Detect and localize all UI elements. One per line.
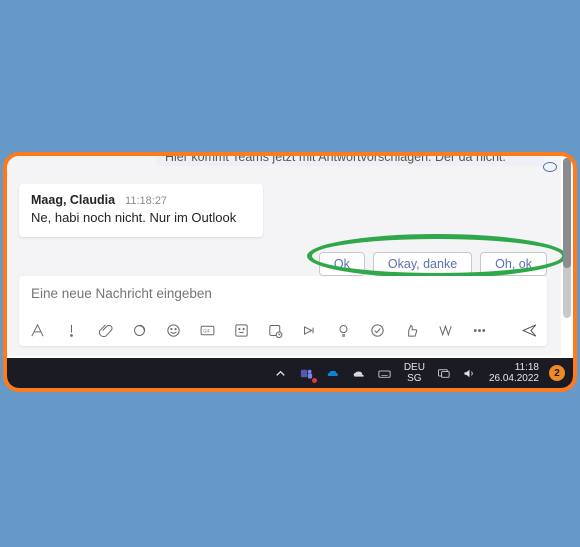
message-author: Maag, Claudia <box>31 193 115 207</box>
emoji-icon[interactable] <box>163 320 183 340</box>
schedule-icon[interactable] <box>265 320 285 340</box>
more-icon[interactable] <box>469 320 489 340</box>
bulb-icon[interactable] <box>333 320 353 340</box>
scrollbar[interactable] <box>563 158 571 318</box>
clock-date: 26.04.2022 <box>489 373 539 384</box>
seen-icon <box>543 162 557 172</box>
tray-weather-icon[interactable] <box>350 364 368 382</box>
chat-area: Hier kommt Teams jetzt mit Antwortvorsch… <box>7 156 561 356</box>
send-button[interactable] <box>519 320 539 340</box>
lang-bottom: SG <box>404 373 425 384</box>
notification-badge[interactable]: 2 <box>549 365 565 381</box>
attach-icon[interactable] <box>95 320 115 340</box>
clock[interactable]: 11:18 26.04.2022 <box>487 362 541 384</box>
reply-suggestions: Ok Okay, danke Oh, ok <box>319 252 547 276</box>
scrollbar-thumb[interactable] <box>563 158 571 268</box>
sticker-icon[interactable] <box>231 320 251 340</box>
priority-icon[interactable] <box>61 320 81 340</box>
suggestion-okay-danke[interactable]: Okay, danke <box>373 252 472 276</box>
suggestion-ok[interactable]: Ok <box>319 252 365 276</box>
compose-box: GIF <box>19 276 547 346</box>
stream-icon[interactable] <box>299 320 319 340</box>
taskbar: DEU SG 11:18 26.04.2022 2 <box>7 358 573 388</box>
format-icon[interactable] <box>27 320 47 340</box>
tray-teams-icon[interactable] <box>298 364 316 382</box>
tray-volume-icon[interactable] <box>461 364 479 382</box>
gif-icon[interactable]: GIF <box>197 320 217 340</box>
compose-toolbar: GIF <box>27 320 539 340</box>
tray-chevron-icon[interactable] <box>272 364 290 382</box>
tray-keyboard-icon[interactable] <box>376 364 394 382</box>
chat-message[interactable]: Maag, Claudia 11:18:27 Ne, habi noch nic… <box>19 184 263 237</box>
tray-teams-badge <box>311 377 318 384</box>
lang-top: DEU <box>404 362 425 373</box>
app-window: Hier kommt Teams jetzt mit Antwortvorsch… <box>3 152 577 392</box>
suggestion-oh-ok[interactable]: Oh, ok <box>480 252 547 276</box>
tray-display-icon[interactable] <box>435 364 453 382</box>
previous-message-text: Hier kommt Teams jetzt mit Antwortvorsch… <box>165 152 506 164</box>
message-time: 11:18:27 <box>125 195 167 207</box>
language-indicator[interactable]: DEU SG <box>402 362 427 384</box>
loop-icon[interactable] <box>129 320 149 340</box>
tray-onedrive-icon[interactable] <box>324 364 342 382</box>
clock-time: 11:18 <box>489 362 539 373</box>
wiki-icon[interactable] <box>435 320 455 340</box>
praise-icon[interactable] <box>401 320 421 340</box>
svg-text:GIF: GIF <box>203 328 210 333</box>
message-body: Ne, habi noch nicht. Nur im Outlook <box>31 209 251 227</box>
previous-message-bubble: Hier kommt Teams jetzt mit Antwortvorsch… <box>155 152 545 166</box>
approve-icon[interactable] <box>367 320 387 340</box>
message-input[interactable] <box>29 276 537 307</box>
